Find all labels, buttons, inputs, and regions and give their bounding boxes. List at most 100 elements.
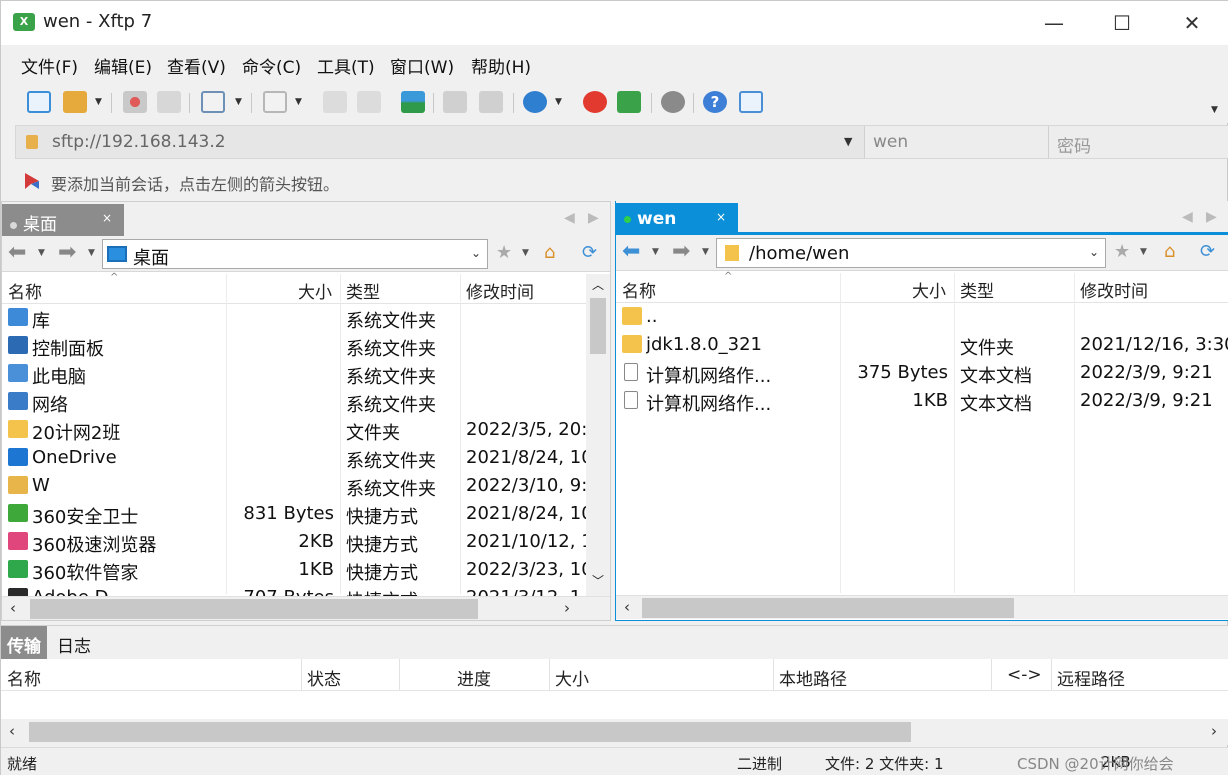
path-dropdown-icon[interactable]: ⌄: [471, 246, 481, 260]
col-transfer-name[interactable]: 名称: [7, 665, 41, 690]
bookmark-star-icon[interactable]: ★: [1114, 241, 1130, 262]
open-folder-icon[interactable]: [63, 91, 87, 113]
back-arrow-icon[interactable]: ⬅: [622, 239, 640, 264]
local-horizontal-scrollbar[interactable]: ‹ ›: [2, 596, 610, 620]
file-row[interactable]: 计算机网络作... 375 Bytes 文本文档 2022/3/9, 9:21: [616, 359, 1228, 387]
scroll-left-icon[interactable]: ‹: [624, 598, 630, 616]
toolbar-overflow-icon[interactable]: ▼: [1211, 105, 1218, 115]
scroll-thumb[interactable]: [590, 298, 606, 354]
bookmark-star-icon[interactable]: ★: [496, 242, 512, 263]
bookmark-dropdown-icon[interactable]: ▼: [522, 248, 529, 258]
forward-arrow-icon[interactable]: ➡: [672, 239, 690, 264]
globe-icon[interactable]: [523, 91, 547, 113]
file-row[interactable]: 20计网2班 文件夹 2022/3/5, 20:: [2, 416, 610, 444]
col-modified[interactable]: 修改时间: [466, 278, 534, 303]
close-button[interactable]: ✕: [1169, 7, 1215, 39]
local-vertical-scrollbar[interactable]: ︿ ﹀: [586, 274, 610, 596]
transfer-horizontal-scrollbar[interactable]: ‹ ›: [1, 719, 1228, 745]
scroll-right-icon[interactable]: ›: [564, 599, 570, 617]
refresh-icon[interactable]: ⟳: [1200, 241, 1215, 262]
password-input[interactable]: 密码: [1048, 126, 1228, 158]
minimize-button[interactable]: —: [1031, 7, 1077, 39]
file-row[interactable]: jdk1.8.0_321 文件夹 2021/12/16, 3:30: [616, 331, 1228, 359]
file-row[interactable]: 360安全卫士 831 Bytes 快捷方式 2021/8/24, 10: [2, 500, 610, 528]
tab-log[interactable]: 日志: [51, 626, 97, 660]
col-size[interactable]: 大小: [912, 277, 946, 302]
tab-prev-icon[interactable]: ◀: [1182, 209, 1193, 225]
file-row[interactable]: 计算机网络作... 1KB 文本文档 2022/3/9, 9:21: [616, 387, 1228, 415]
maximize-button[interactable]: ☐: [1099, 7, 1145, 39]
scroll-left-icon[interactable]: ‹: [9, 722, 15, 740]
globe-dropdown-icon[interactable]: ▼: [555, 97, 562, 107]
close-tab-icon[interactable]: ×: [716, 210, 726, 224]
forward-dropdown-icon[interactable]: ▼: [88, 248, 95, 258]
col-type[interactable]: 类型: [346, 278, 380, 303]
transfer-dropdown-icon[interactable]: ▼: [295, 97, 302, 107]
help-icon[interactable]: ?: [703, 91, 727, 113]
back-dropdown-icon[interactable]: ▼: [652, 247, 659, 257]
col-size[interactable]: 大小: [298, 278, 332, 303]
home-folder-icon[interactable]: ⌂: [544, 242, 555, 263]
back-arrow-icon[interactable]: ⬅: [8, 240, 26, 265]
gear-icon[interactable]: [661, 91, 685, 113]
tab-next-icon[interactable]: ▶: [588, 210, 599, 226]
transfer-mode-icon[interactable]: [263, 91, 287, 113]
menu-help[interactable]: 帮助(H): [471, 53, 531, 78]
col-transfer-size[interactable]: 大小: [555, 665, 589, 690]
upload-icon[interactable]: [323, 91, 347, 113]
tab-local-desktop[interactable]: 桌面 ×: [2, 204, 124, 236]
close-tab-icon[interactable]: ×: [102, 211, 112, 225]
menu-tools[interactable]: 工具(T): [317, 53, 375, 78]
remote-path-combobox[interactable]: /home/wen ⌄: [716, 238, 1106, 268]
tab-prev-icon[interactable]: ◀: [564, 210, 575, 226]
host-input[interactable]: sftp://192.168.143.2: [52, 132, 226, 152]
file-row[interactable]: Adobe D...707 Bytes快捷方式2021/3/12, 1: [2, 584, 610, 596]
home-folder-icon[interactable]: ⌂: [1164, 241, 1175, 262]
disconnect-icon[interactable]: [157, 91, 181, 113]
file-row[interactable]: 库 系统文件夹: [2, 304, 610, 332]
tab-remote-wen[interactable]: wen ×: [616, 203, 738, 237]
scroll-right-icon[interactable]: ›: [1211, 722, 1217, 740]
forward-dropdown-icon[interactable]: ▼: [702, 247, 709, 257]
connect-icon[interactable]: [123, 91, 147, 113]
menu-edit[interactable]: 编辑(E): [94, 53, 152, 78]
settings-dropdown-icon[interactable]: ▼: [235, 97, 242, 107]
copy-icon[interactable]: [443, 91, 467, 113]
back-dropdown-icon[interactable]: ▼: [38, 248, 45, 258]
col-progress[interactable]: 进度: [457, 665, 491, 690]
tab-transfer[interactable]: 传输: [1, 626, 47, 660]
remote-horizontal-scrollbar[interactable]: ‹: [616, 595, 1228, 619]
chat-icon[interactable]: [739, 91, 763, 113]
menu-file[interactable]: 文件(F): [21, 53, 78, 78]
username-input[interactable]: wen: [864, 126, 1048, 158]
col-name[interactable]: 名称: [8, 278, 42, 303]
file-row[interactable]: W 系统文件夹 2022/3/10, 9:: [2, 472, 610, 500]
col-name[interactable]: 名称: [622, 277, 656, 302]
xshell-icon[interactable]: [583, 91, 607, 113]
col-local-path[interactable]: 本地路径: [779, 665, 847, 690]
sync-arrows-icon[interactable]: [401, 91, 425, 113]
local-path-combobox[interactable]: 桌面 ⌄: [102, 239, 488, 269]
xftp-icon[interactable]: [617, 91, 641, 113]
scroll-thumb[interactable]: [29, 722, 911, 742]
forward-arrow-icon[interactable]: ➡: [58, 240, 76, 265]
col-remote-path[interactable]: 远程路径: [1057, 665, 1125, 690]
session-settings-icon[interactable]: [201, 91, 225, 113]
col-status[interactable]: 状态: [307, 665, 341, 690]
paste-icon[interactable]: [479, 91, 503, 113]
new-session-icon[interactable]: [27, 91, 51, 113]
tab-next-icon[interactable]: ▶: [1206, 209, 1217, 225]
host-dropdown-icon[interactable]: ▼: [844, 135, 852, 148]
scroll-left-icon[interactable]: ‹: [10, 599, 16, 617]
file-row[interactable]: 此电脑 系统文件夹: [2, 360, 610, 388]
col-direction[interactable]: <->: [1007, 665, 1042, 685]
download-icon[interactable]: [357, 91, 381, 113]
col-modified[interactable]: 修改时间: [1080, 277, 1148, 302]
file-row[interactable]: 360极速浏览器 2KB 快捷方式 2021/10/12, 1: [2, 528, 610, 556]
col-type[interactable]: 类型: [960, 277, 994, 302]
scroll-up-icon[interactable]: ︿: [592, 276, 604, 293]
scroll-thumb[interactable]: [642, 598, 1014, 618]
menu-command[interactable]: 命令(C): [242, 53, 301, 78]
refresh-icon[interactable]: ⟳: [582, 242, 597, 263]
file-row[interactable]: ..: [616, 303, 1228, 331]
